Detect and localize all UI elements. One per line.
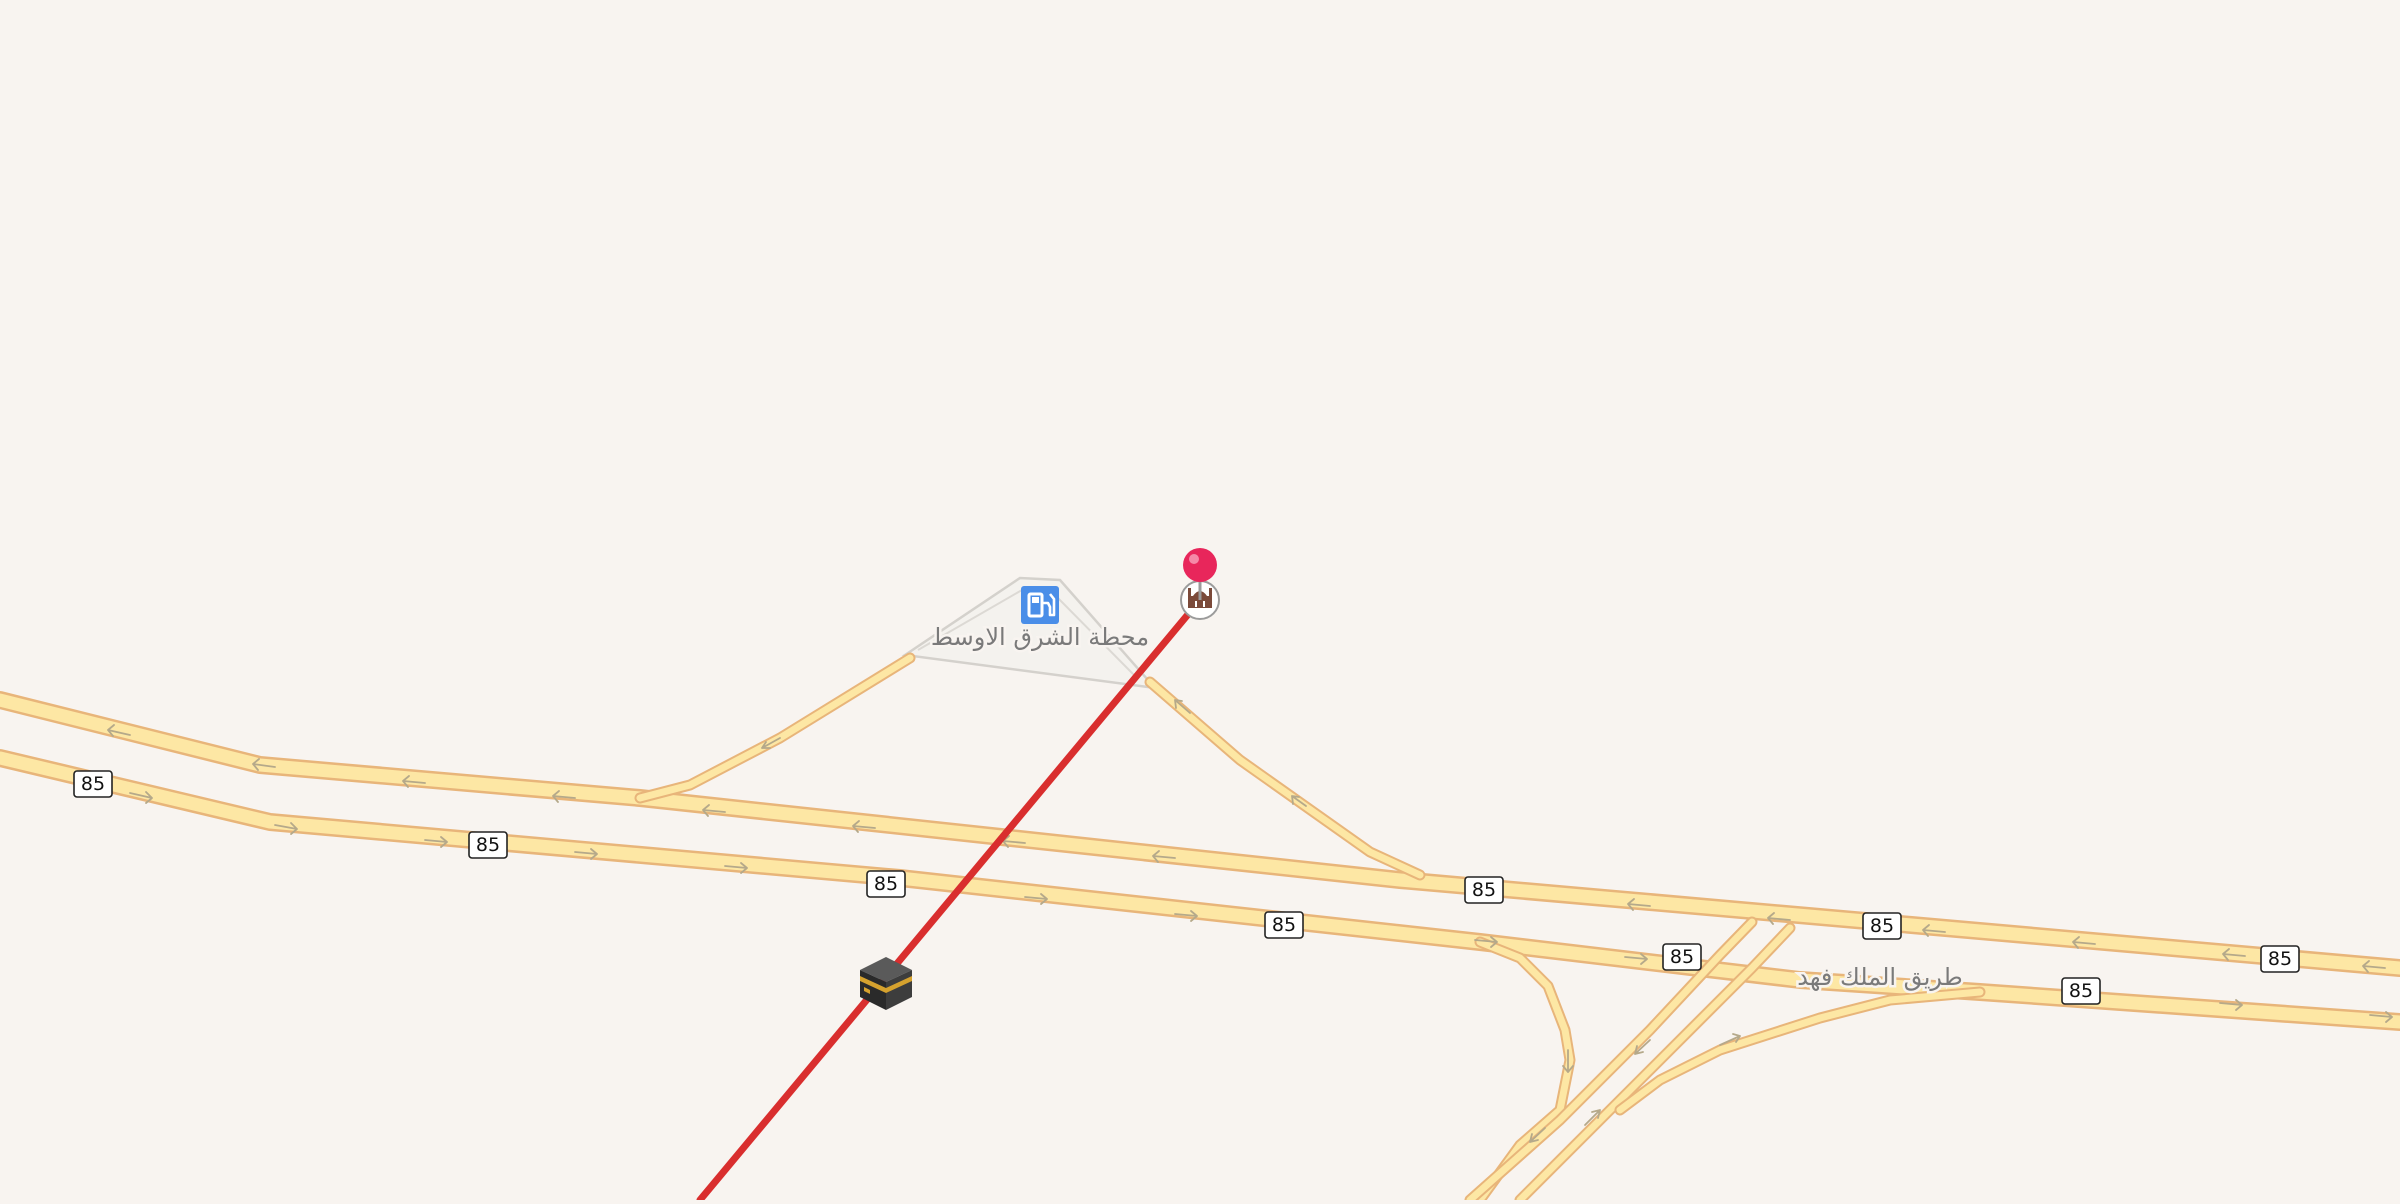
road-shield: 85 bbox=[73, 770, 113, 798]
road-shield-label: 85 bbox=[476, 834, 500, 856]
road-shield-label: 85 bbox=[2268, 948, 2292, 970]
road-network bbox=[0, 652, 2400, 1204]
road-shield-label: 85 bbox=[1472, 879, 1496, 901]
road-eastbound bbox=[0, 749, 2400, 1031]
ramp-from-station bbox=[1144, 676, 1426, 881]
road-shield: 85 bbox=[2061, 977, 2101, 1005]
map-canvas[interactable]: 85 85 85 85 85 85 85 85 85 محطة الشرق ال… bbox=[0, 0, 2400, 1204]
road-shields: 85 85 85 85 85 85 85 85 85 bbox=[73, 770, 2300, 1005]
road-shield-label: 85 bbox=[874, 873, 898, 895]
road-shield: 85 bbox=[1264, 911, 1304, 939]
fuel-station-icon[interactable] bbox=[1021, 586, 1059, 624]
road-shield: 85 bbox=[1862, 912, 1902, 940]
road-shield: 85 bbox=[1662, 943, 1702, 971]
road-shield: 85 bbox=[2260, 945, 2300, 973]
road-shield-label: 85 bbox=[1272, 914, 1296, 936]
road-shield-label: 85 bbox=[81, 773, 105, 795]
road-shield-label: 85 bbox=[2069, 980, 2093, 1002]
road-shield: 85 bbox=[1464, 876, 1504, 904]
road-shield-label: 85 bbox=[1670, 946, 1694, 968]
road-shield: 85 bbox=[866, 870, 906, 898]
ramp-to-station bbox=[634, 652, 916, 804]
road-name-label: طريق الملك فهد bbox=[1797, 963, 1962, 991]
road-shield: 85 bbox=[468, 831, 508, 859]
map-svg[interactable]: 85 85 85 85 85 85 85 85 85 محطة الشرق ال… bbox=[0, 0, 2400, 1204]
fuel-station-label[interactable]: محطة الشرق الاوسط bbox=[928, 621, 1151, 654]
road-shield-label: 85 bbox=[1870, 915, 1894, 937]
